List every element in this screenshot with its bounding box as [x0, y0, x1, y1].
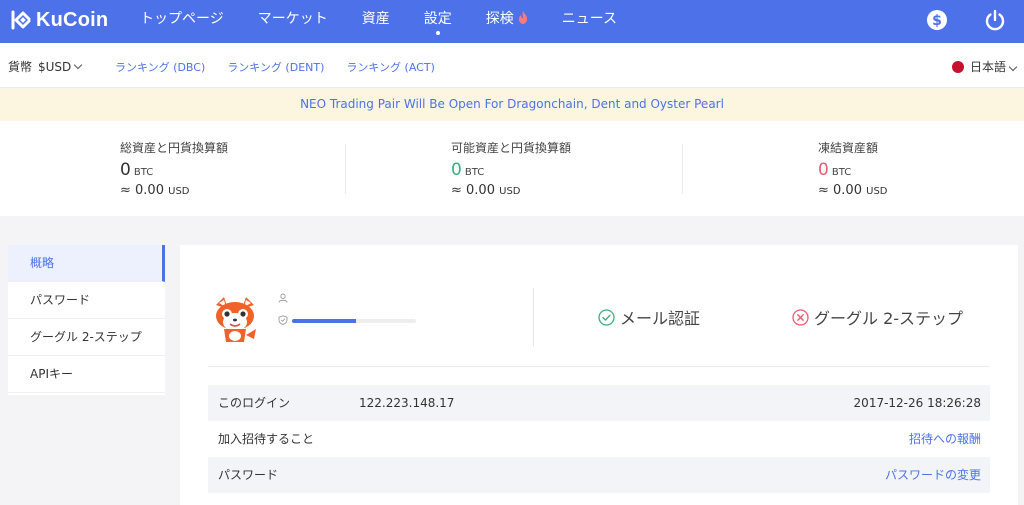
- ranking-link-dbc[interactable]: ランキング (DBC): [115, 59, 205, 75]
- asset-unit: BTC: [133, 167, 154, 178]
- email-verification-label: メール認証: [620, 309, 701, 328]
- main-menu: トップページ マーケット 資産 設定 探検 ニュース: [140, 0, 651, 43]
- security-level-fill: [292, 319, 357, 323]
- svg-text:$: $: [932, 13, 942, 29]
- info-row-invite: 加入招待すること 招待への報酬: [208, 421, 990, 457]
- power-icon[interactable]: [984, 9, 1006, 31]
- sidebar-item-api-key[interactable]: APIキー: [8, 356, 165, 393]
- currency-selector[interactable]: 貨幣 $USD: [8, 58, 83, 75]
- asset-usd-unit: USD: [168, 186, 190, 197]
- info-row-key: パスワード: [218, 468, 279, 482]
- asset-usd-value: ≈ 0.00: [451, 183, 495, 198]
- asset-usd-unit: USD: [866, 186, 888, 197]
- active-indicator-dot: [435, 31, 440, 35]
- info-row-key: このログイン: [218, 396, 291, 410]
- nav-item-label: トップページ: [140, 11, 224, 27]
- announcement-text[interactable]: NEO Trading Pair Will Be Open For Dragon…: [300, 97, 724, 111]
- dollar-icon[interactable]: $: [926, 9, 948, 31]
- sidebar-item-google-2step[interactable]: グーグル 2-ステップ: [8, 319, 165, 356]
- logo[interactable]: KuCoin: [10, 8, 108, 32]
- fire-icon: [518, 11, 527, 24]
- login-ip: 122.223.148.17: [359, 396, 455, 410]
- chevron-down-icon: [1008, 62, 1018, 71]
- check-circle-icon: [598, 308, 615, 326]
- sidebar-item-label: APIキー: [30, 367, 73, 381]
- avatar[interactable]: [210, 295, 260, 345]
- asset-unit: BTC: [464, 167, 485, 178]
- asset-amount: 0 BTC: [451, 160, 571, 180]
- asset-label: 可能資産と円貨換算額: [451, 141, 572, 155]
- x-circle-icon: [792, 308, 809, 326]
- top-nav: KuCoin トップページ マーケット 資産 設定 探検 ニュース $: [0, 0, 1024, 43]
- nav-item-label: 探検: [485, 11, 514, 27]
- divider: [533, 288, 534, 346]
- asset-usd: ≈ 0.00 USD: [120, 183, 228, 198]
- ranking-links: ランキング (DBC) ランキング (DENT) ランキング (ACT): [115, 59, 457, 75]
- frozen-assets: 凍結資産額 0 BTC ≈ 0.00 USD: [818, 139, 888, 198]
- asset-summary: 総資産と円貨換算額 0 BTC ≈ 0.00 USD 可能資産と円貨換算額 0 BT…: [0, 121, 1024, 216]
- ranking-link-dent[interactable]: ランキング (DENT): [227, 59, 324, 75]
- asset-amount-value: 0: [818, 160, 829, 180]
- brand-name: KuCoin: [36, 8, 109, 31]
- chevron-down-icon: [74, 60, 83, 70]
- asset-usd-value: ≈ 0.00: [818, 183, 862, 198]
- nav-item-label: ニュース: [561, 11, 618, 27]
- email-verification-status: メール認証: [598, 305, 700, 329]
- nav-item-label: 資産: [361, 11, 390, 27]
- nav-right-icons: $: [890, 9, 1006, 31]
- asset-unit: BTC: [831, 167, 852, 178]
- settings-sidebar: 概略 パスワード グーグル 2-ステップ APIキー: [8, 245, 165, 395]
- info-row-key: 加入招待すること: [218, 432, 315, 446]
- divider: [682, 144, 683, 194]
- security-level-bar: [292, 319, 416, 323]
- asset-label: 総資産と円貨換算額: [120, 141, 229, 155]
- sidebar-item-password[interactable]: パスワード: [8, 282, 165, 319]
- language-label: 日本語: [969, 60, 1006, 74]
- asset-amount: 0 BTC: [120, 160, 228, 180]
- nav-item-explore[interactable]: 探検: [486, 0, 528, 43]
- ranking-link-act[interactable]: ランキング (ACT): [346, 59, 434, 75]
- asset-amount: 0 BTC: [818, 160, 888, 180]
- shield-icon: [278, 315, 288, 325]
- nav-item-settings[interactable]: 設定: [424, 0, 452, 43]
- sidebar-item-label: 概略: [30, 256, 55, 270]
- google-2step-status[interactable]: グーグル 2-ステップ: [792, 305, 963, 329]
- sidebar-item-label: グーグル 2-ステップ: [30, 330, 142, 344]
- info-row-last-login: このログイン 122.223.148.17 2017-12-26 18:26:2…: [208, 385, 990, 421]
- nav-item-assets[interactable]: 資産: [362, 0, 390, 43]
- asset-usd: ≈ 0.00 USD: [451, 183, 571, 198]
- sub-bar: 貨幣 $USD ランキング (DBC) ランキング (DENT) ランキング (A…: [0, 43, 1024, 88]
- total-assets: 総資産と円貨換算額 0 BTC ≈ 0.00 USD: [120, 139, 228, 198]
- currency-label: 貨幣: [8, 60, 33, 74]
- nav-item-market[interactable]: マーケット: [258, 0, 328, 43]
- google-2step-label: グーグル 2-ステップ: [814, 309, 964, 328]
- kucoin-logo-icon: [11, 10, 31, 30]
- nav-item-news[interactable]: ニュース: [562, 0, 617, 43]
- japan-flag-icon: [951, 60, 964, 73]
- asset-usd-unit: USD: [499, 186, 521, 197]
- asset-usd-value: ≈ 0.00: [120, 183, 164, 198]
- language-selector[interactable]: 日本語: [951, 58, 1018, 75]
- asset-amount-value: 0: [120, 160, 131, 180]
- available-assets: 可能資産と円貨換算額 0 BTC ≈ 0.00 USD: [451, 139, 571, 198]
- user-icon: [278, 293, 288, 303]
- nav-item-label: 設定: [423, 11, 452, 27]
- divider: [208, 366, 990, 367]
- divider: [345, 144, 346, 194]
- announcement-banner[interactable]: NEO Trading Pair Will Be Open For Dragon…: [0, 89, 1024, 121]
- sidebar-item-overview[interactable]: 概略: [8, 245, 165, 282]
- login-time: 2017-12-26 18:26:28: [853, 396, 981, 410]
- change-password-link[interactable]: パスワードの変更: [885, 457, 981, 493]
- asset-amount-value: 0: [451, 160, 462, 180]
- nav-item-home[interactable]: トップページ: [140, 0, 224, 43]
- overview-panel: メール認証 グーグル 2-ステップ このログイン 122.223.148.17 …: [180, 245, 1018, 505]
- asset-label: 凍結資産額: [818, 141, 879, 155]
- info-row-password: パスワード パスワードの変更: [208, 457, 990, 493]
- asset-usd: ≈ 0.00 USD: [818, 183, 888, 198]
- nav-item-label: マーケット: [257, 11, 328, 27]
- currency-value: $USD: [38, 60, 72, 74]
- invite-reward-link[interactable]: 招待への報酬: [909, 421, 981, 457]
- sidebar-item-label: パスワード: [30, 293, 91, 307]
